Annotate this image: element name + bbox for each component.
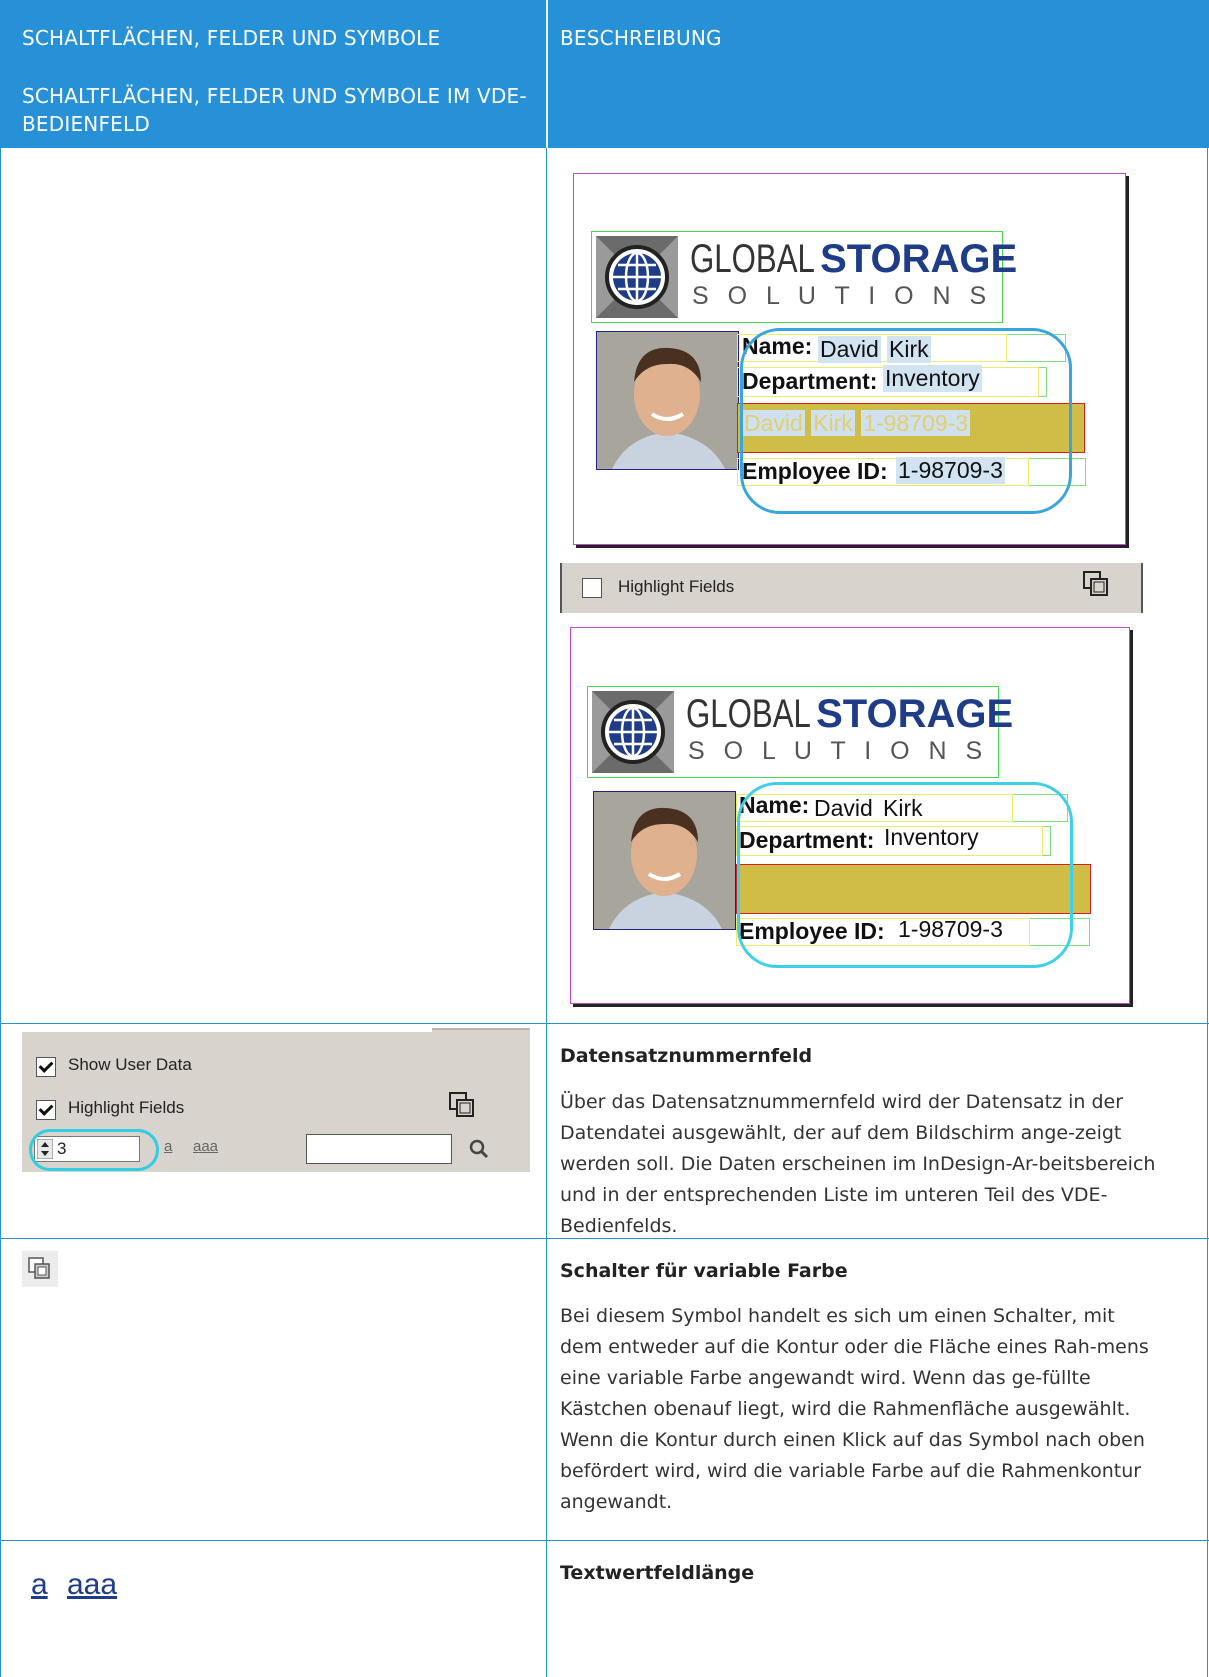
globe-logo-icon (592, 691, 674, 773)
logo-frame: GLOBAL STORAGE S O L U T I O N S (591, 231, 1017, 323)
row-title-record-number: Datensatznummernfeld (560, 1045, 813, 1067)
header-col1-line1: SCHALTFLÄCHEN, FELDER UND SYMBOLE (22, 26, 441, 50)
text-length-short-icon[interactable]: a (164, 1138, 172, 1155)
variable-color-toggle-icon[interactable] (447, 1090, 477, 1120)
logo-solutions: S O L U T I O N S (688, 737, 989, 765)
table-header: SCHALTFLÄCHEN, FELDER UND SYMBOLE SCHALT… (0, 0, 1209, 148)
header-divider (546, 0, 548, 148)
highlight-fields-checkbox[interactable] (36, 1100, 56, 1120)
header-col2: BESCHREIBUNG (560, 26, 722, 50)
callout-oval (737, 782, 1073, 968)
panel-list-bottom (22, 1028, 432, 1032)
callout-oval (740, 328, 1072, 514)
show-user-data-checkbox[interactable] (36, 1057, 56, 1077)
id-card-normal: GLOBAL STORAGE S O L U T I O N S Name: Da… (570, 627, 1130, 1004)
variable-color-icon-tile (22, 1251, 58, 1287)
header-col-controls: SCHALTFLÄCHEN, FELDER UND SYMBOLE SCHALT… (22, 0, 542, 148)
row-divider (0, 1540, 1209, 1541)
text-length-long-icon[interactable]: aaa (193, 1138, 218, 1155)
text-length-short-icon[interactable]: a (31, 1568, 48, 1602)
row-body-record-number: Über das Datensatznummernfeld wird der D… (560, 1091, 1156, 1237)
employee-photo (596, 331, 739, 470)
globe-logo-icon (596, 236, 678, 318)
logo-wordmark: GLOBAL STORAGE (686, 693, 1013, 735)
logo-frame: GLOBAL STORAGE S O L U T I O N S (587, 686, 1013, 778)
employee-photo (593, 791, 736, 930)
header-col1-line2: SCHALTFLÄCHEN, FELDER UND SYMBOLE IM VDE… (22, 84, 527, 136)
id-card-highlighted: GLOBAL STORAGE S O L U T I O N S Name: Da… (573, 173, 1126, 545)
logo-solutions: S O L U T I O N S (692, 282, 993, 310)
highlight-fields-label: Highlight Fields (68, 1098, 185, 1117)
row-title-text-length: Textwertfeldlänge (560, 1562, 755, 1584)
portrait-image (597, 332, 738, 469)
logo-global: GLOBAL (690, 237, 815, 281)
variable-color-toggle-icon[interactable] (1081, 569, 1111, 599)
variable-color-toggle-icon[interactable] (26, 1255, 54, 1283)
row-body-variable-color: Bei diesem Symbol handelt es sich um ein… (560, 1305, 1149, 1513)
logo-storage: STORAGE (816, 692, 1014, 736)
search-input[interactable] (306, 1134, 452, 1164)
portrait-image (594, 792, 735, 929)
callout-oval (29, 1129, 159, 1171)
logo-storage: STORAGE (820, 237, 1018, 281)
highlight-fields-checkbox[interactable] (582, 578, 602, 598)
vde-panel-screenshot: Show User Data Highlight Fields 3 a aaa (22, 1028, 530, 1172)
logo-wordmark: GLOBAL STORAGE (690, 238, 1017, 280)
show-user-data-label: Show User Data (68, 1055, 192, 1074)
table-right-border (1207, 148, 1208, 1677)
table-left-border (0, 148, 1, 1677)
text-length-long-icon[interactable]: aaa (67, 1568, 117, 1602)
column-divider (546, 148, 547, 1677)
row-divider (0, 1023, 1209, 1024)
row-title-variable-color: Schalter für variable Farbe (560, 1260, 848, 1282)
search-icon[interactable] (468, 1138, 490, 1160)
header-col-description: BESCHREIBUNG (560, 0, 1160, 148)
highlight-fields-label: Highlight Fields (618, 577, 735, 596)
logo-global: GLOBAL (686, 692, 811, 736)
vde-toolbar: Highlight Fields (560, 563, 1143, 613)
